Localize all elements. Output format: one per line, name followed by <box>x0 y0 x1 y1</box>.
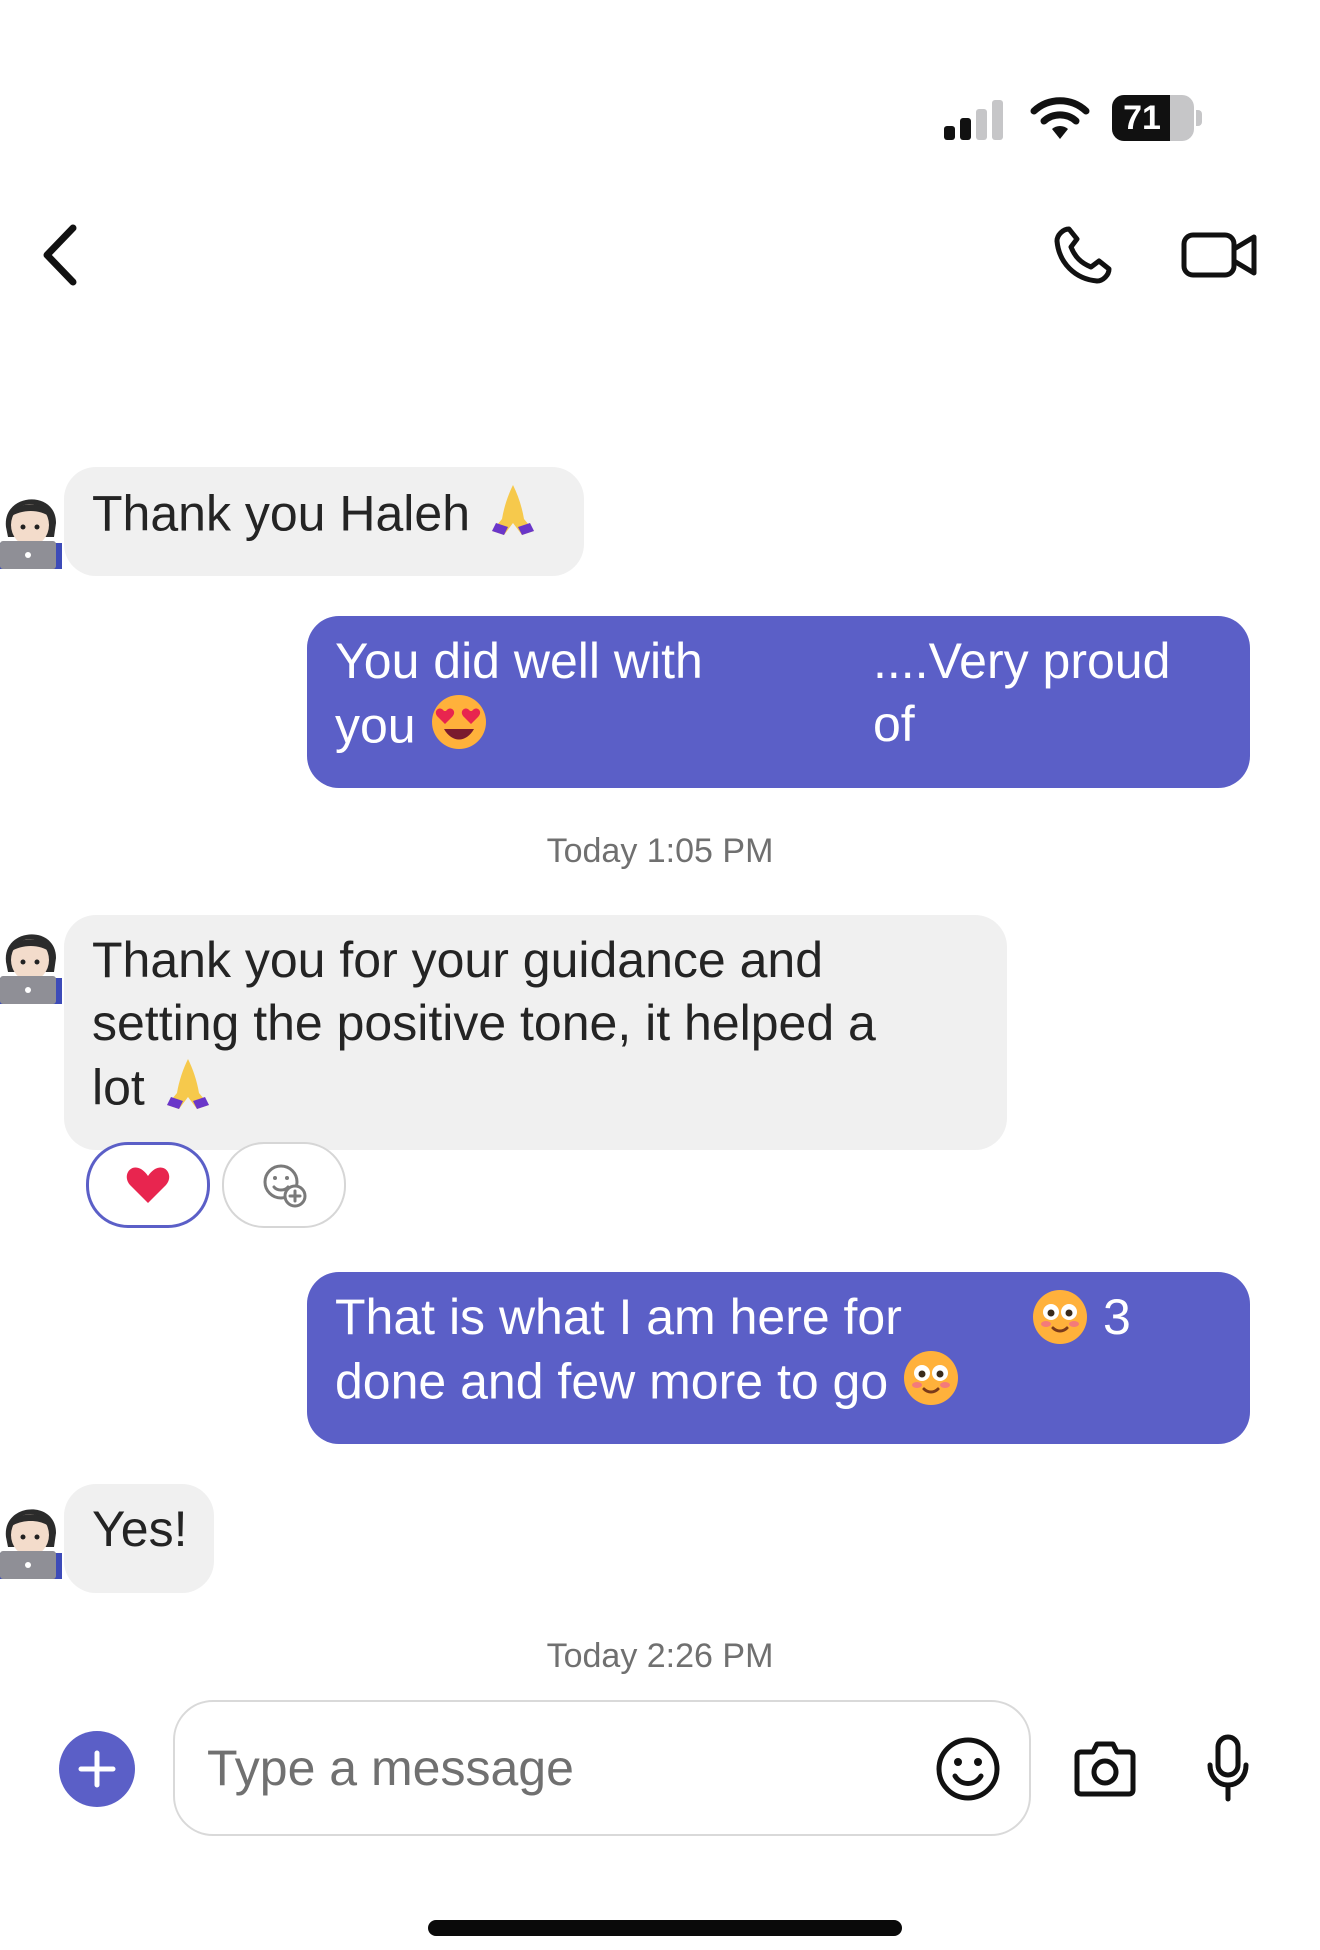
message-text: ....Very proud of <box>873 633 1171 752</box>
add-attachment-button[interactable] <box>59 1731 135 1807</box>
add-reaction-button[interactable] <box>222 1142 346 1228</box>
camera-button[interactable] <box>1070 1735 1140 1801</box>
chevron-left-icon <box>43 224 77 286</box>
message-text: Yes! <box>92 1501 188 1557</box>
avatar[interactable] <box>0 918 62 1004</box>
audio-call-button[interactable] <box>1048 220 1118 290</box>
folded-hands-emoji <box>159 1055 217 1128</box>
avatar[interactable] <box>0 483 62 569</box>
message-input[interactable]: Type a message <box>173 1700 1031 1836</box>
heart-icon <box>126 1167 170 1203</box>
camera-icon <box>1074 1741 1136 1797</box>
message-text: you <box>335 697 416 754</box>
add-reaction-icon <box>263 1164 307 1208</box>
video-camera-icon <box>1181 232 1257 278</box>
smiling-blush-emoji <box>1031 1288 1089 1361</box>
message-text: Thank you for your guidance and <box>92 932 824 988</box>
phone-icon <box>1054 226 1112 284</box>
message-bubble-outgoing[interactable]: That is what I am here for 3 done and fe… <box>307 1272 1250 1444</box>
home-indicator[interactable] <box>428 1920 902 1936</box>
battery-percent: 71 <box>1123 99 1161 137</box>
message-bubble-incoming[interactable]: Thank you Haleh <box>64 467 584 576</box>
battery-indicator: 71 <box>1112 95 1202 141</box>
message-bubble-incoming[interactable]: Thank you for your guidance and setting … <box>64 915 1007 1150</box>
message-text: lot <box>92 1059 145 1116</box>
message-text: 3 <box>1103 1289 1131 1345</box>
avatar[interactable] <box>0 1493 62 1579</box>
folded-hands-emoji <box>484 481 542 554</box>
wifi-icon <box>1030 96 1090 140</box>
video-call-button[interactable] <box>1180 222 1260 288</box>
heart-reaction[interactable] <box>86 1142 210 1228</box>
heart-eyes-emoji <box>430 693 488 766</box>
microphone-button[interactable] <box>1203 1732 1253 1806</box>
cellular-signal-icon <box>944 100 1004 140</box>
smiley-icon <box>936 1737 1000 1801</box>
message-text: You did well with <box>335 633 703 689</box>
message-bubble-outgoing[interactable]: You did well with ....Very proud of you <box>307 616 1250 788</box>
message-text: setting the positive tone, it helped a <box>92 995 876 1051</box>
back-button[interactable] <box>30 215 90 295</box>
smiling-blush-emoji <box>902 1349 960 1422</box>
microphone-icon <box>1207 1734 1249 1802</box>
message-text: done and few more to go <box>335 1353 889 1410</box>
message-input-placeholder: Type a message <box>207 1740 574 1796</box>
message-bubble-incoming[interactable]: Yes! <box>64 1484 214 1593</box>
message-text: That is what I am here for <box>335 1289 902 1345</box>
plus-icon <box>78 1750 116 1788</box>
timestamp: Today 2:26 PM <box>546 1637 774 1675</box>
timestamp: Today 1:05 PM <box>546 832 774 870</box>
message-text: Thank you Haleh <box>92 485 471 542</box>
emoji-button[interactable] <box>934 1735 1002 1803</box>
